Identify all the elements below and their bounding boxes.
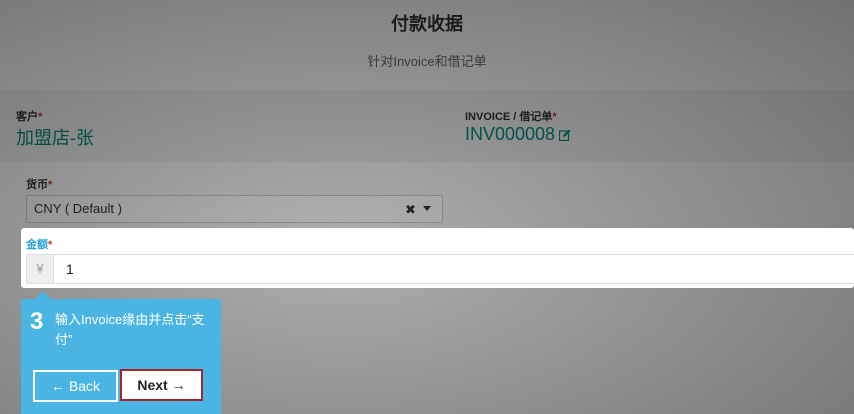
required-mark: * [552, 111, 557, 123]
next-button[interactable]: Next → [120, 369, 203, 401]
summary-band: 客户* 加盟店-张 INVOICE / 借记单* INV000008 [0, 90, 854, 162]
required-mark: * [48, 239, 53, 251]
tour-step-text: 输入Invoice缘由并点击“支付” [55, 312, 205, 347]
currency-selected-value: CNY ( Default ) [34, 201, 122, 216]
invoice-label: INVOICE / 借记单* [465, 111, 557, 123]
currency-symbol-addon: ¥ [27, 255, 54, 283]
amount-value[interactable]: 1 [66, 261, 74, 277]
invoice-value: INV000008 [465, 124, 556, 144]
currency-select[interactable]: CNY ( Default ) ✖ [26, 195, 443, 223]
required-mark: * [38, 111, 43, 123]
page-title: 付款收据 [391, 14, 463, 34]
customer-label: 客户* [16, 111, 43, 123]
clear-icon[interactable]: ✖ [405, 202, 416, 218]
page-subtitle: 针对Invoice和借记单 [367, 54, 487, 69]
required-mark: * [48, 179, 53, 191]
amount-field-highlight: 金额* ¥ 1 [21, 228, 854, 288]
customer-value: 加盟店-张 [16, 128, 94, 148]
tour-step-number: 3 [30, 308, 44, 335]
chevron-down-icon[interactable] [423, 206, 431, 211]
amount-input[interactable]: ¥ 1 [26, 254, 854, 284]
currency-label: 货币* [26, 179, 53, 191]
back-button[interactable]: ← Back [33, 370, 118, 402]
tour-tooltip: 3 输入Invoice缘由并点击“支付” ← Back Next → [21, 291, 221, 414]
invoice-value-row: INV000008 [465, 124, 571, 145]
amount-label: 金额* [26, 239, 53, 251]
edit-icon[interactable] [558, 125, 571, 142]
